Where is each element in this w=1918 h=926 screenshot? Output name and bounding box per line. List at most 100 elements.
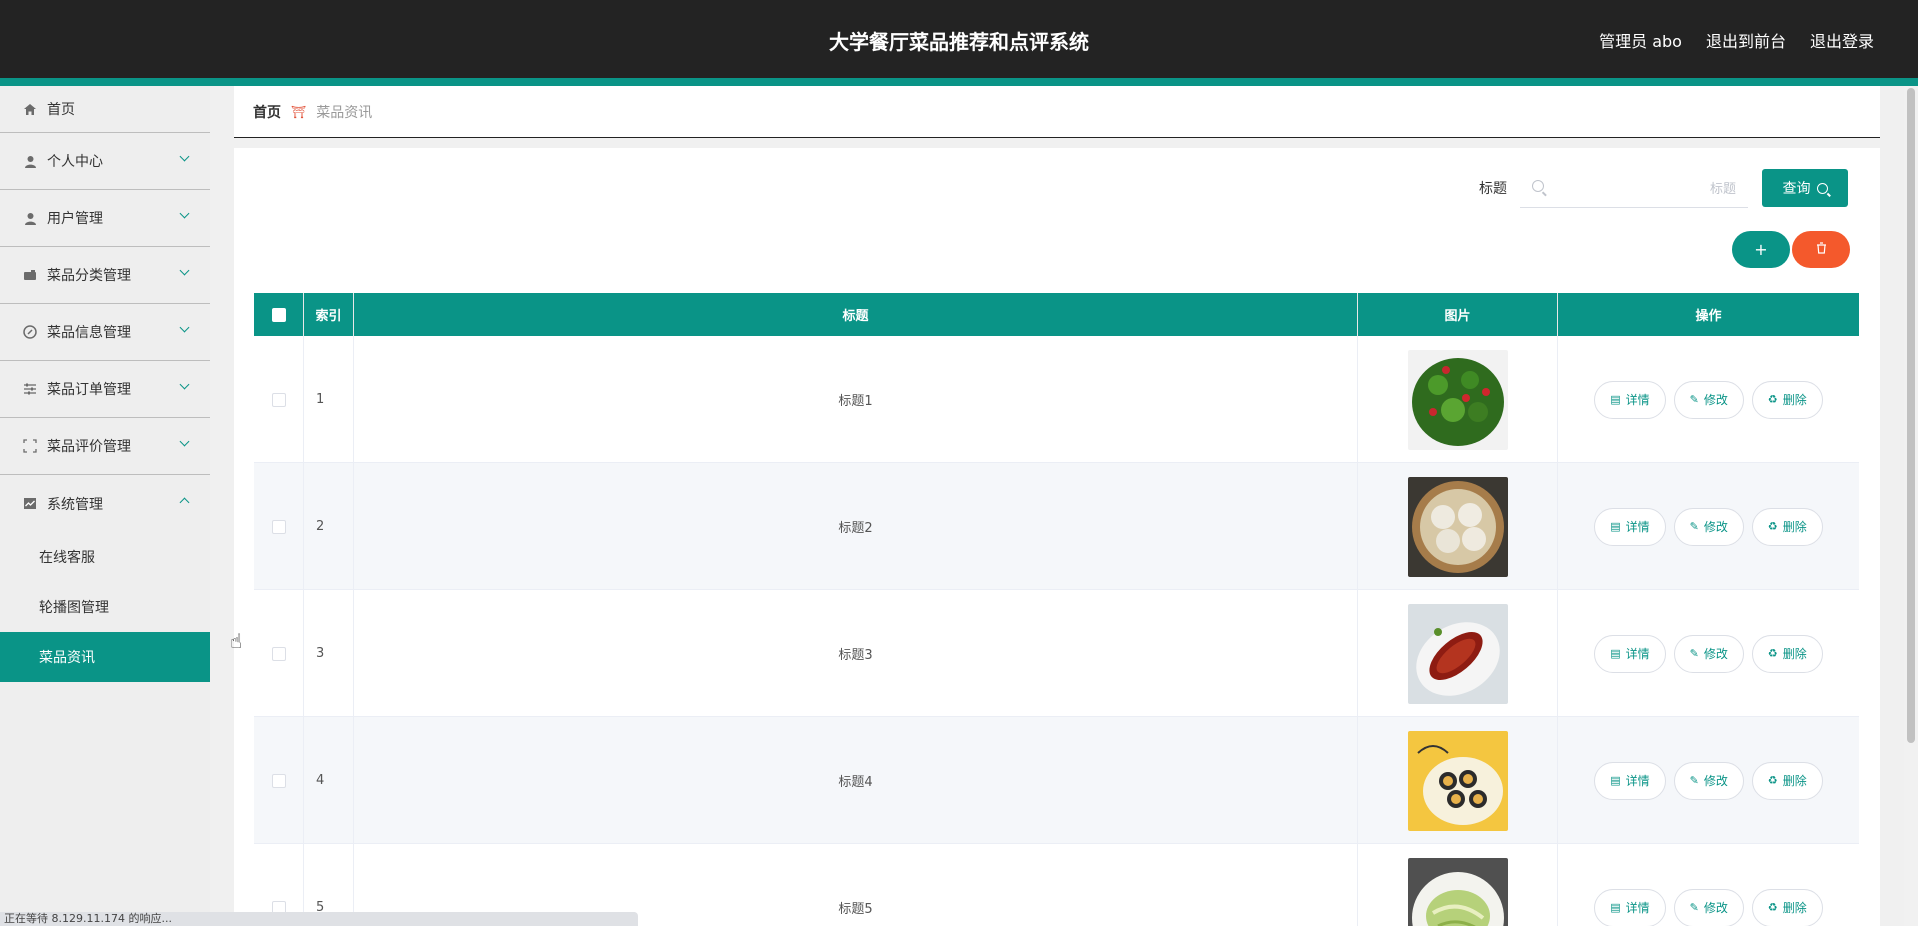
detail-button-label: 详情 (1625, 393, 1650, 407)
sidebar-item-dish-review[interactable]: 菜品评价管理 (0, 418, 210, 475)
table-row: 2 标题2 ▤ 详情 ✎ 修改 ♻ 删除 (254, 463, 1859, 590)
data-table: 索引 标题 图片 操作 1 标题1 ▤ 详情 ✎ 修改 ♻ 删除 2 标题2 ▤ 详情 … (254, 293, 1859, 926)
detail-button-label: 详情 (1625, 520, 1650, 534)
row-title: 标题1 (354, 336, 1358, 463)
row-select-cell[interactable] (254, 590, 304, 717)
chevron-down-icon (179, 151, 190, 162)
edit-button[interactable]: ✎ 修改 (1673, 761, 1744, 800)
edit-button[interactable]: ✎ 修改 (1673, 888, 1744, 926)
pencil-icon: ✎ (1689, 520, 1699, 533)
sidebar-item-personal-center[interactable]: 个人中心 (0, 133, 210, 190)
exit-to-front-link[interactable]: 退出到前台 (1706, 28, 1786, 52)
row-select-cell[interactable] (254, 717, 304, 844)
sidebar-item-label: 个人中心 (47, 154, 103, 170)
sidebar-item-user-management[interactable]: 用户管理 (0, 190, 210, 247)
sidebar-item-home[interactable]: 首页 (0, 86, 210, 133)
detail-button[interactable]: ▤ 详情 (1594, 634, 1666, 673)
trash-icon: ♻ (1767, 901, 1778, 914)
row-image-cell (1358, 717, 1558, 844)
edit-button[interactable]: ✎ 修改 (1673, 380, 1744, 419)
document-icon: ▤ (1610, 393, 1621, 406)
delete-button[interactable]: ♻ 删除 (1751, 888, 1823, 926)
edit-button-label: 修改 (1703, 393, 1728, 407)
trash-icon (1816, 242, 1827, 257)
document-icon: ▤ (1610, 774, 1621, 787)
sliders-icon (22, 381, 38, 397)
delete-button[interactable]: ♻ 删除 (1751, 507, 1823, 546)
row-checkbox[interactable] (271, 646, 286, 661)
select-all-checkbox[interactable] (271, 307, 286, 322)
delete-button-label: 删除 (1782, 901, 1807, 915)
delete-button[interactable]: ♻ 删除 (1751, 380, 1823, 419)
header-image: 图片 (1358, 293, 1558, 336)
document-icon: ▤ (1610, 901, 1621, 914)
detail-button[interactable]: ▤ 详情 (1594, 761, 1666, 800)
query-button[interactable]: 查询 (1762, 169, 1848, 207)
header-select-all[interactable] (254, 293, 304, 336)
sidebar-item-label: 用户管理 (47, 211, 103, 227)
detail-button[interactable]: ▤ 详情 (1594, 888, 1666, 926)
sidebar-item-dish-order[interactable]: 菜品订单管理 (0, 361, 210, 418)
pencil-icon: ✎ (1689, 393, 1699, 406)
edit-button-label: 修改 (1703, 901, 1728, 915)
table-body: 1 标题1 ▤ 详情 ✎ 修改 ♻ 删除 2 标题2 ▤ 详情 ✎ 修改 ♻ 删除 3 标题… (254, 336, 1859, 926)
dish-thumbnail (1407, 349, 1508, 450)
top-header: 大学餐厅菜品推荐和点评系统 管理员 abo 退出到前台 退出登录 (0, 0, 1918, 78)
detail-button-label: 详情 (1625, 647, 1650, 661)
row-select-cell[interactable] (254, 336, 304, 463)
sidebar-subitem-online-service[interactable]: 在线客服 (0, 532, 210, 582)
chevron-down-icon (179, 265, 190, 276)
sidebar-subitem-dish-news[interactable]: 菜品资讯 (0, 632, 210, 682)
trash-icon: ♻ (1767, 520, 1778, 533)
row-select-cell[interactable] (254, 463, 304, 590)
row-index: 2 (304, 463, 354, 590)
row-ops: ▤ 详情 ✎ 修改 ♻ 删除 (1558, 717, 1859, 844)
delete-button-label: 删除 (1782, 774, 1807, 788)
breadcrumb-separator-icon: ⛩ (291, 104, 307, 119)
detail-button[interactable]: ▤ 详情 (1594, 380, 1666, 419)
add-button[interactable]: + (1732, 231, 1790, 268)
edit-button[interactable]: ✎ 修改 (1673, 507, 1744, 546)
row-title: 标题3 (354, 590, 1358, 717)
sidebar: 首页 个人中心 用户管理 菜品分类管理 菜品信息管理 菜品订单管理 菜品评价管理… (0, 86, 210, 926)
edit-button[interactable]: ✎ 修改 (1673, 634, 1744, 673)
trash-icon: ♻ (1767, 774, 1778, 787)
search-field[interactable] (1520, 170, 1748, 208)
dish-thumbnail (1407, 857, 1508, 926)
detail-button[interactable]: ▤ 详情 (1594, 507, 1666, 546)
row-title: 标题2 (354, 463, 1358, 590)
row-image-cell (1358, 844, 1558, 926)
document-icon: ▤ (1610, 647, 1621, 660)
row-ops: ▤ 详情 ✎ 修改 ♻ 删除 (1558, 463, 1859, 590)
logout-link[interactable]: 退出登录 (1810, 28, 1874, 52)
delete-button[interactable]: ♻ 删除 (1751, 634, 1823, 673)
chevron-up-icon (179, 497, 190, 508)
compass-icon (22, 324, 38, 340)
edit-button-label: 修改 (1703, 647, 1728, 661)
batch-delete-button[interactable] (1792, 231, 1850, 268)
wallet-icon (22, 267, 38, 283)
header-accent-bar (0, 78, 1918, 86)
row-checkbox[interactable] (271, 773, 286, 788)
vertical-scrollbar[interactable] (1904, 86, 1918, 926)
scrollbar-thumb[interactable] (1907, 88, 1915, 743)
sidebar-item-dish-category[interactable]: 菜品分类管理 (0, 247, 210, 304)
sidebar-item-dish-info[interactable]: 菜品信息管理 (0, 304, 210, 361)
user-icon (22, 153, 38, 169)
header-links: 管理员 abo 退出到前台 退出登录 (1599, 28, 1874, 52)
document-icon: ▤ (1610, 520, 1621, 533)
row-title: 标题4 (354, 717, 1358, 844)
row-image-cell (1358, 590, 1558, 717)
pencil-icon: ✎ (1689, 774, 1699, 787)
row-ops: ▤ 详情 ✎ 修改 ♻ 删除 (1558, 844, 1859, 926)
query-button-label: 查询 (1782, 181, 1811, 197)
sidebar-item-label: 菜品评价管理 (47, 439, 131, 455)
search-input[interactable] (1550, 170, 1740, 208)
delete-button[interactable]: ♻ 删除 (1751, 761, 1823, 800)
breadcrumb-home[interactable]: 首页 (253, 102, 281, 122)
row-checkbox[interactable] (271, 519, 286, 534)
detail-button-label: 详情 (1625, 774, 1650, 788)
sidebar-item-system-management[interactable]: 系统管理 (0, 475, 210, 532)
row-checkbox[interactable] (271, 392, 286, 407)
sidebar-subitem-carousel[interactable]: 轮播图管理 (0, 582, 210, 632)
